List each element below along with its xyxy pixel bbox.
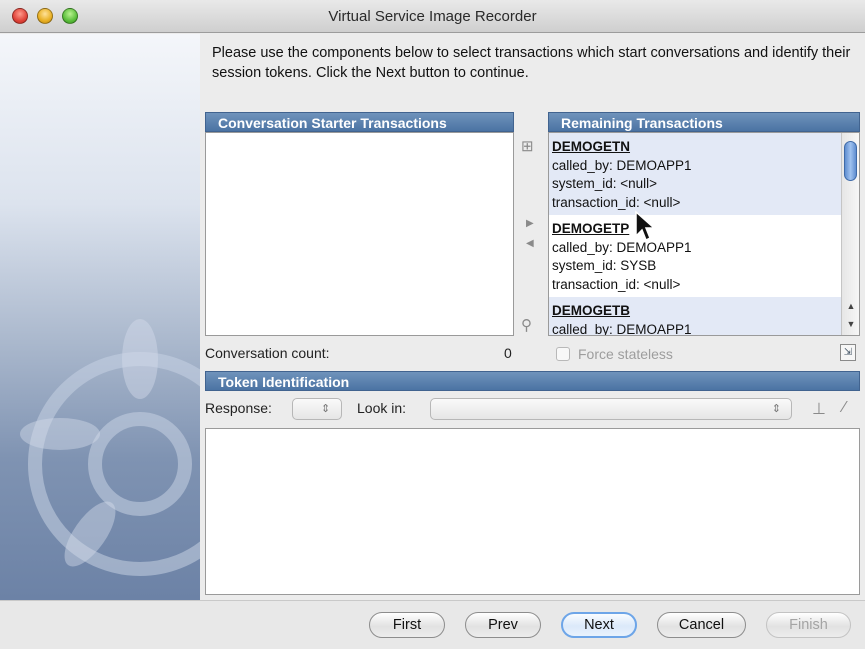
add-transaction-icon[interactable]: ⊞ — [521, 137, 534, 155]
first-button[interactable]: First — [369, 612, 445, 638]
starter-panel-header: Conversation Starter Transactions — [205, 112, 514, 132]
response-label: Response: — [205, 400, 272, 416]
mouse-cursor-icon — [635, 210, 656, 242]
transaction-system-id: system_id: <null> — [552, 176, 658, 191]
response-select[interactable]: ⇕ — [292, 398, 342, 420]
title-bar[interactable]: Virtual Service Image Recorder — [0, 0, 865, 33]
instructions-text: Please use the components below to selec… — [212, 45, 851, 81]
cancel-button[interactable]: Cancel — [657, 612, 746, 638]
transaction-name: DEMOGETP — [552, 221, 630, 236]
window-title: Virtual Service Image Recorder — [328, 8, 537, 25]
scrollbar-thumb[interactable] — [844, 141, 857, 181]
starter-transactions-list[interactable] — [205, 132, 514, 336]
transaction-name: DEMOGETN — [552, 139, 631, 154]
decorative-side-panel — [0, 34, 200, 600]
transaction-item[interactable]: DEMOGETP called_by: DEMOAPP1 system_id: … — [549, 215, 842, 297]
remaining-panel-header: Remaining Transactions — [548, 112, 860, 132]
scroll-up-icon[interactable]: ▲ — [845, 299, 857, 313]
prev-button[interactable]: Prev — [465, 612, 541, 638]
transaction-name: DEMOGETB — [552, 303, 631, 318]
look-in-label: Look in: — [357, 400, 407, 416]
pencil-icon[interactable]: ∕ — [843, 399, 846, 417]
look-in-select[interactable]: ⇕ — [430, 398, 792, 420]
recorder-window: Virtual Service Image Recorder Please us… — [0, 0, 865, 649]
force-stateless-checkbox[interactable]: Force stateless — [556, 346, 673, 362]
export-icon[interactable]: ⇲ — [840, 344, 856, 361]
response-content-area[interactable] — [205, 428, 860, 595]
force-stateless-label: Force stateless — [578, 346, 673, 362]
move-right-icon[interactable]: ▶ — [526, 218, 534, 229]
checkbox-box[interactable] — [556, 347, 570, 361]
select-arrows-icon: ⇕ — [321, 403, 331, 415]
marker-icon[interactable]: ⊥ — [812, 399, 826, 419]
transaction-item[interactable]: DEMOGETB called_by: DEMOAPP1 system_id: … — [549, 297, 842, 336]
transaction-called-by: called_by: DEMOAPP1 — [552, 239, 692, 255]
token-identification-header: Token Identification — [205, 371, 860, 391]
transaction-item[interactable]: DEMOGETN called_by: DEMOAPP1 system_id: … — [549, 133, 842, 215]
scroll-down-icon[interactable]: ▼ — [845, 317, 857, 331]
transaction-list: DEMOGETN called_by: DEMOAPP1 system_id: … — [549, 133, 842, 336]
remaining-scrollbar[interactable]: ▲ ▼ — [841, 133, 859, 335]
transaction-system-id: system_id: SYSB — [552, 258, 657, 273]
transaction-called-by: called_by: DEMOAPP1 — [552, 157, 692, 173]
move-left-icon[interactable]: ◀ — [526, 238, 534, 249]
conversation-count-value: 0 — [504, 345, 512, 361]
next-button[interactable]: Next — [561, 612, 637, 638]
remaining-transactions-list[interactable]: DEMOGETN called_by: DEMOAPP1 system_id: … — [548, 132, 860, 336]
transaction-id: transaction_id: <null> — [552, 194, 681, 210]
finish-button[interactable]: Finish — [766, 612, 851, 638]
transaction-id: transaction_id: <null> — [552, 276, 681, 292]
magnifier-icon[interactable]: ⚲ — [521, 316, 532, 334]
transaction-called-by: called_by: DEMOAPP1 — [552, 321, 692, 336]
select-arrows-icon: ⇕ — [771, 403, 781, 415]
conversation-count-label: Conversation count: — [205, 345, 330, 361]
